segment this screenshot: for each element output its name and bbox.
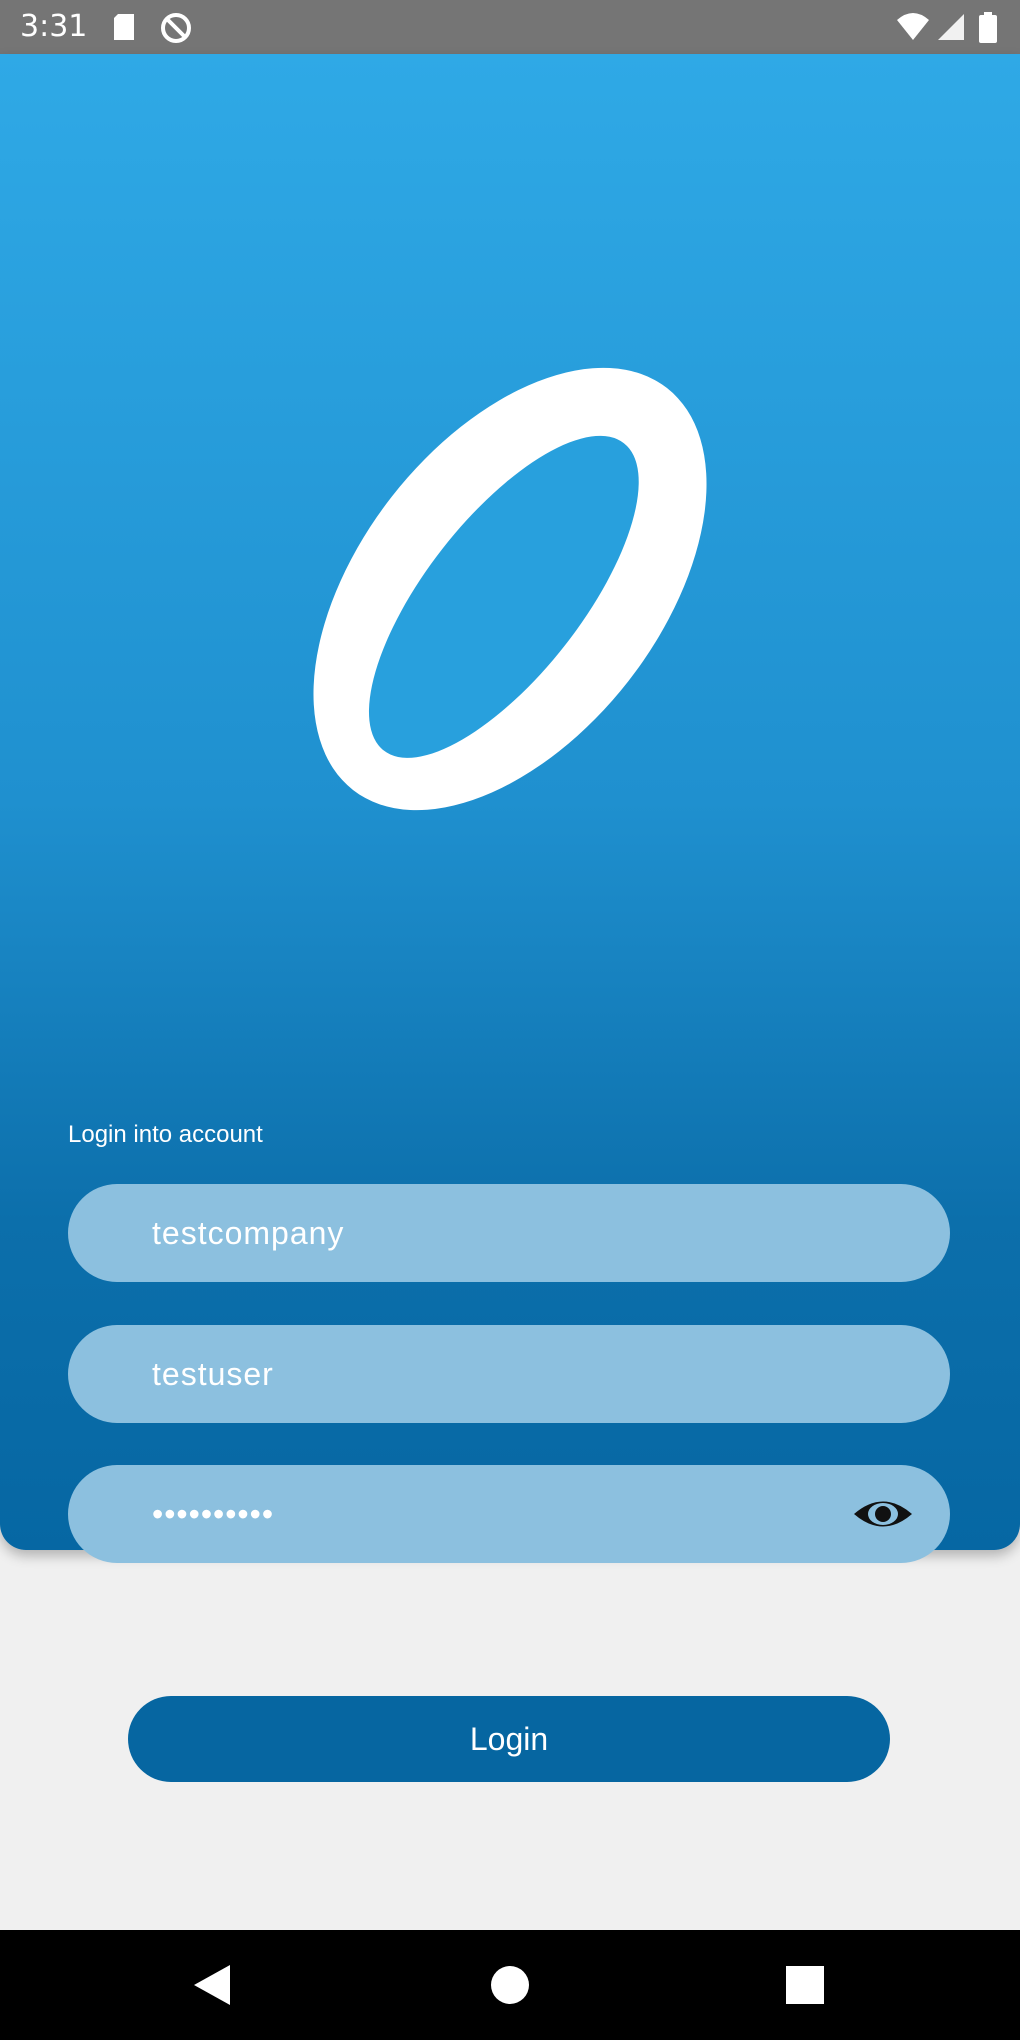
- wifi-icon: [897, 13, 929, 40]
- cell-signal-icon: [938, 14, 964, 40]
- status-bar: 3:31: [0, 0, 1020, 54]
- sd-card-icon: [114, 14, 134, 40]
- login-section-label: Login into account: [68, 1121, 263, 1148]
- no-sync-icon: [161, 13, 191, 43]
- company-field[interactable]: testcompany: [68, 1184, 950, 1282]
- navigation-bar: [0, 1930, 1020, 2040]
- login-card: Login into account testcompany testuser …: [0, 54, 1020, 1563]
- username-field-value[interactable]: testuser: [152, 1325, 274, 1423]
- login-button[interactable]: Login: [128, 1696, 890, 1782]
- battery-icon: [979, 12, 997, 43]
- password-field[interactable]: ••••••••••: [68, 1465, 950, 1563]
- status-time: 3:31: [20, 9, 88, 44]
- show-password-eye-icon[interactable]: [852, 1495, 914, 1533]
- home-icon[interactable]: [450, 1930, 570, 2040]
- company-field-value[interactable]: testcompany: [152, 1184, 344, 1282]
- username-field[interactable]: testuser: [68, 1325, 950, 1423]
- recents-icon[interactable]: [745, 1930, 865, 2040]
- password-field-value[interactable]: ••••••••••: [152, 1465, 274, 1563]
- login-screen: 3:31 Login into account testcompany test…: [0, 0, 1020, 2040]
- brand-logo: [313, 367, 707, 811]
- back-icon[interactable]: [154, 1930, 274, 2040]
